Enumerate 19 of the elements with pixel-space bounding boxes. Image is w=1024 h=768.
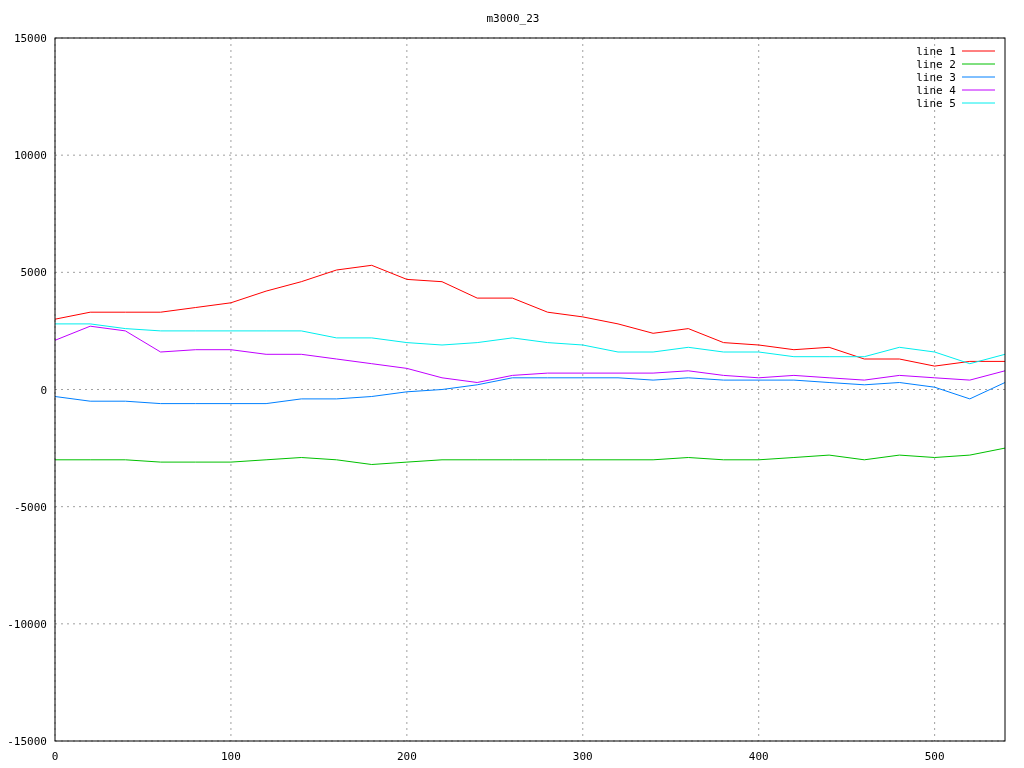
x-tick-label: 500 <box>924 750 945 763</box>
y-tick-label: 0 <box>40 383 47 397</box>
legend-label: line 2 <box>916 58 956 71</box>
x-tick-label: 300 <box>572 750 593 763</box>
x-tick-label: 400 <box>748 750 769 763</box>
y-tick-label: 5000 <box>20 266 47 280</box>
legend-label: line 3 <box>916 71 956 84</box>
y-tick-label: -10000 <box>7 617 47 631</box>
chart-title: m3000_23 <box>486 12 540 25</box>
legend-label: line 1 <box>916 45 956 58</box>
y-tick-label: 10000 <box>13 149 47 163</box>
y-tick-label: 15000 <box>13 32 47 45</box>
y-tick-label: -15000 <box>7 735 47 748</box>
legend-label: line 4 <box>916 84 956 97</box>
x-tick-label: 0 <box>51 750 59 763</box>
x-tick-label: 100 <box>221 750 241 763</box>
y-tick-label: -5000 <box>13 500 47 514</box>
x-tick-label: 200 <box>396 750 417 763</box>
legend-label: line 5 <box>916 97 956 110</box>
